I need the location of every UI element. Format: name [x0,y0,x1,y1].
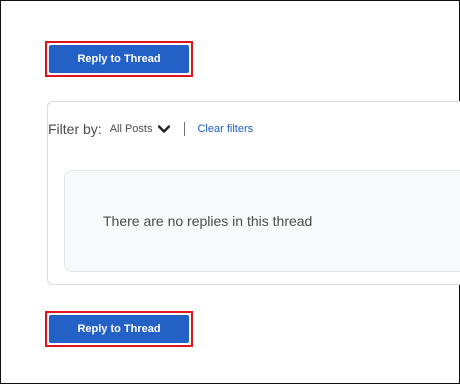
reply-button-top-highlight: Reply to Thread [45,41,193,77]
clear-filters-link[interactable]: Clear filters [197,123,253,135]
filter-by-label: Filter by: [48,121,102,137]
filter-divider [184,122,186,136]
empty-replies-message: There are no replies in this thread [103,213,313,229]
filter-selected-value: All Posts [109,123,153,135]
chevron-down-icon [158,124,171,134]
empty-replies-box: There are no replies in this thread [64,170,460,272]
reply-to-thread-button-top[interactable]: Reply to Thread [49,45,189,73]
filter-dropdown[interactable]: All Posts [110,123,171,135]
filter-bar: Filter by: All Posts Clear filters [48,102,253,156]
reply-to-thread-button-bottom[interactable]: Reply to Thread [49,315,189,343]
thread-replies-panel: Filter by: All Posts Clear filters There… [47,101,460,285]
screenshot-frame: Reply to Thread Filter by: All Posts Cle… [0,0,460,384]
reply-button-bottom-highlight: Reply to Thread [45,311,193,347]
